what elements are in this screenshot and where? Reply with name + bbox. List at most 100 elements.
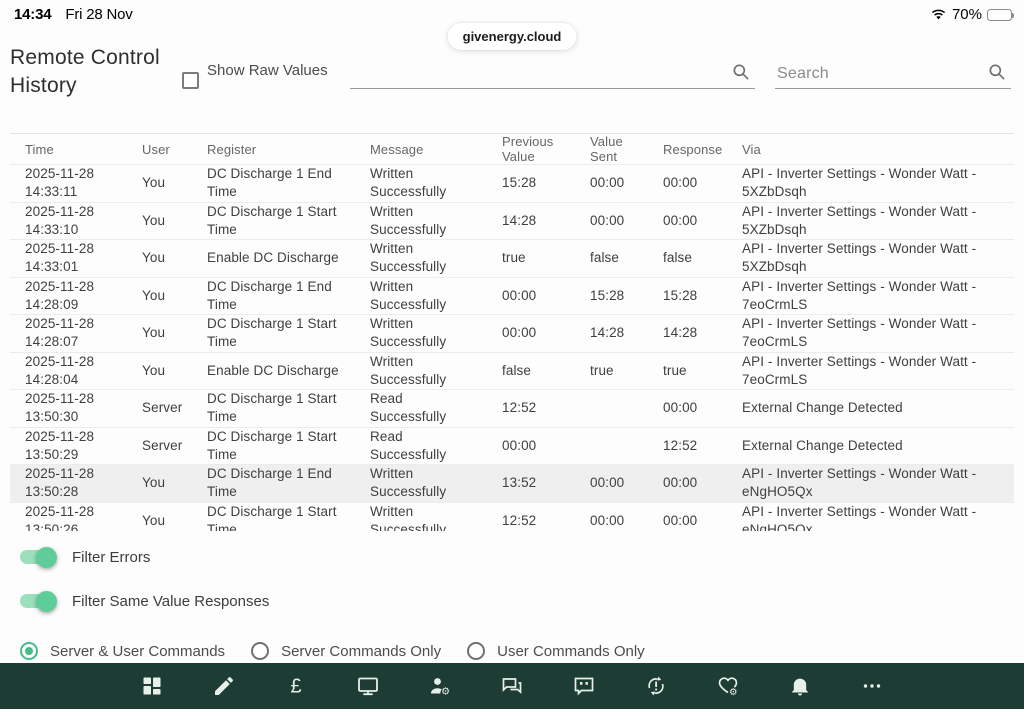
cell-response: 00:00 [663,399,742,417]
table-row[interactable]: 2025-11-28 14:28:09 You DC Discharge 1 E… [10,278,1014,316]
column-header-previous-value[interactable]: Previous Value [502,134,590,164]
cell-user: You [142,324,207,342]
search-input[interactable]: Search [775,58,1011,89]
table-row[interactable]: 2025-11-28 14:33:11 You DC Discharge 1 E… [10,165,1014,203]
table-row[interactable]: 2025-11-28 13:50:26 You DC Discharge 1 S… [10,503,1014,532]
cell-register: DC Discharge 1 Start Time [207,315,370,351]
filter-same-value-toggle[interactable] [20,594,54,608]
filter-errors-toggle-row[interactable]: Filter Errors [20,546,1024,568]
cell-register: DC Discharge 1 End Time [207,165,370,201]
table-row[interactable]: 2025-11-28 14:33:01 You Enable DC Discha… [10,240,1014,278]
table-row[interactable]: 2025-11-28 13:50:30 Server DC Discharge … [10,390,1014,428]
radio-server-and-user-commands[interactable]: Server & User Commands [20,642,225,660]
cell-previous-value: 14:28 [502,212,590,230]
cell-time: 2025-11-28 14:28:04 [25,353,142,389]
filter-same-value-toggle-row[interactable]: Filter Same Value Responses [20,590,1024,612]
cell-message: Written Successfully [370,503,502,531]
show-raw-values-checkbox[interactable] [182,72,199,89]
monitor-icon[interactable] [355,673,381,699]
cell-user: You [142,212,207,230]
toggle-knob [36,591,57,612]
radio-user-commands-only[interactable]: User Commands Only [467,642,645,660]
cell-register: DC Discharge 1 Start Time [207,203,370,239]
cell-user: You [142,512,207,530]
edit-icon[interactable] [211,673,237,699]
cell-message: Read Successfully [370,390,502,426]
radio-circle[interactable] [251,642,269,660]
table-row[interactable]: 2025-11-28 14:28:04 You Enable DC Discha… [10,353,1014,391]
cell-register: Enable DC Discharge [207,249,370,267]
cell-message: Read Successfully [370,428,502,464]
cell-value-sent: 00:00 [590,174,663,192]
cell-message: Written Successfully [370,240,502,276]
battery-icon [987,9,1012,21]
cell-via: API - Inverter Settings - Wonder Watt - … [742,465,1014,501]
column-header-time[interactable]: Time [25,142,142,157]
cell-register: DC Discharge 1 Start Time [207,428,370,464]
cell-response: 00:00 [663,474,742,492]
cell-previous-value: false [502,362,590,380]
cell-value-sent: 00:00 [590,474,663,492]
cell-via: External Change Detected [742,437,1014,455]
tariff-pound-icon[interactable]: £ [283,673,309,699]
cell-response: true [663,362,742,380]
dashboard-icon[interactable] [139,673,165,699]
account-settings-icon[interactable]: ⚙ [427,673,453,699]
table-row[interactable]: 2025-11-28 13:50:28 You DC Discharge 1 E… [10,465,1014,503]
cell-register: DC Discharge 1 Start Time [207,390,370,426]
table-row[interactable]: 2025-11-28 13:50:29 Server DC Discharge … [10,428,1014,466]
cell-message: Written Successfully [370,353,502,389]
column-header-value-sent[interactable]: Value Sent [590,134,663,164]
radio-label: Server Commands Only [281,643,441,660]
filter-errors-toggle[interactable] [20,550,54,564]
cell-previous-value: 00:00 [502,287,590,305]
radio-server-commands-only[interactable]: Server Commands Only [251,642,441,660]
history-table: Time User Register Message Previous Valu… [10,133,1014,531]
cell-user: You [142,174,207,192]
cell-previous-value: 13:52 [502,474,590,492]
svg-text:£: £ [290,676,301,698]
cell-register: DC Discharge 1 End Time [207,278,370,314]
statusbar-left: 14:34Fri 28 Nov [14,6,133,23]
cell-time: 2025-11-28 14:33:01 [25,240,142,276]
bottom-navigation-bar: £ ⚙ ⚙ [0,663,1024,709]
filter-same-value-label: Filter Same Value Responses [72,593,269,610]
sync-alert-icon[interactable] [643,673,669,699]
filter-input[interactable] [350,58,755,89]
radio-circle[interactable] [467,642,485,660]
cell-via: API - Inverter Settings - Wonder Watt - … [742,165,1014,201]
cell-response: 15:28 [663,287,742,305]
feedback-icon[interactable] [571,673,597,699]
show-raw-values-checkbox-group[interactable]: Show Raw Values [182,62,333,89]
notifications-icon[interactable] [787,673,813,699]
cell-time: 2025-11-28 13:50:29 [25,428,142,464]
more-icon[interactable] [859,673,885,699]
radio-label: User Commands Only [497,643,645,660]
cell-response: 14:28 [663,324,742,342]
cell-via: API - Inverter Settings - Wonder Watt - … [742,353,1014,389]
cell-message: Written Successfully [370,203,502,239]
health-settings-icon[interactable]: ⚙ [715,673,741,699]
site-url-pill[interactable]: givenergy.cloud [448,23,577,50]
column-header-register[interactable]: Register [207,142,370,157]
radio-circle[interactable] [20,642,38,660]
cell-response: 00:00 [663,512,742,530]
cell-response: 00:00 [663,212,742,230]
column-header-via[interactable]: Via [742,142,1014,157]
table-row[interactable]: 2025-11-28 14:28:07 You DC Discharge 1 S… [10,315,1014,353]
cell-user: You [142,474,207,492]
filter-errors-label: Filter Errors [72,549,150,566]
table-row[interactable]: 2025-11-28 14:33:10 You DC Discharge 1 S… [10,203,1014,241]
cell-via: External Change Detected [742,399,1014,417]
cell-value-sent: 00:00 [590,512,663,530]
svg-text:⚙: ⚙ [729,687,738,698]
column-header-user[interactable]: User [142,142,207,157]
cell-value-sent: 00:00 [590,212,663,230]
column-header-message[interactable]: Message [370,142,456,157]
column-header-response[interactable]: Response [663,142,742,157]
cell-user: You [142,249,207,267]
chat-icon[interactable] [499,673,525,699]
wifi-icon [930,8,947,21]
cell-time: 2025-11-28 14:33:10 [25,203,142,239]
search-icon [987,62,1007,82]
